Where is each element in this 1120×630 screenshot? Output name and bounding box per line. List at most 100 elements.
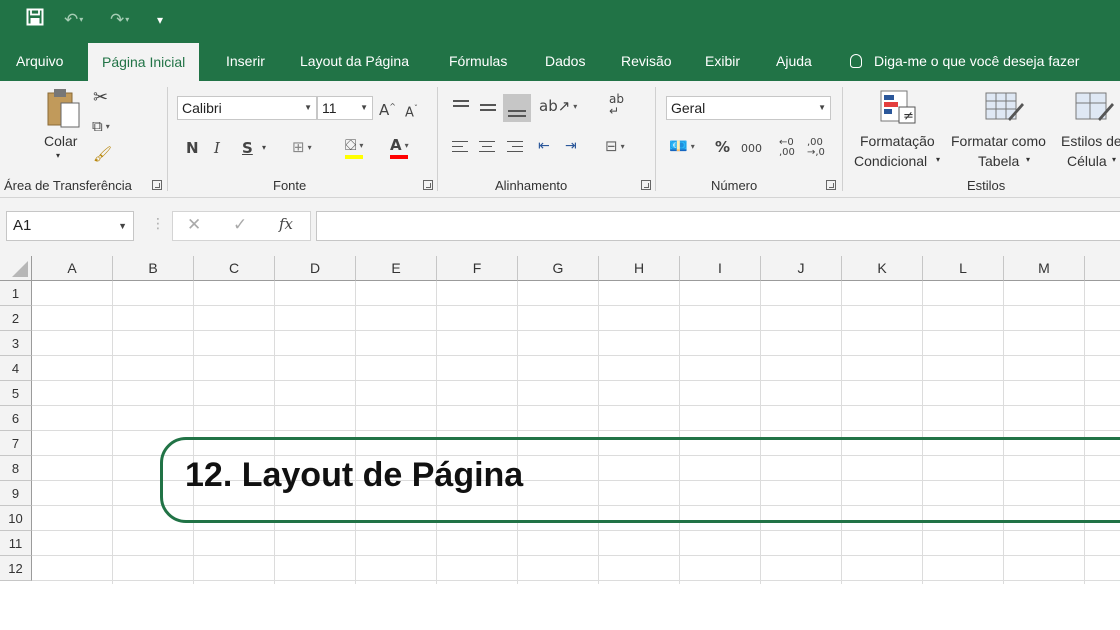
increase-decimal-icon[interactable]: ←0,00 xyxy=(779,138,795,158)
undo-icon[interactable]: ↶▾ xyxy=(64,8,83,32)
tab-exibir[interactable]: Exibir xyxy=(705,41,740,81)
percent-button[interactable]: % xyxy=(715,138,730,156)
column-header[interactable]: G xyxy=(518,256,599,281)
insert-function-icon[interactable]: fx xyxy=(279,215,293,233)
row-header[interactable]: 8 xyxy=(0,456,32,481)
font-size-value: 11 xyxy=(322,100,337,116)
column-header[interactable]: M xyxy=(1004,256,1085,281)
formula-input[interactable] xyxy=(316,211,1120,241)
paste-label: Colar xyxy=(44,133,78,149)
row-header[interactable]: 10 xyxy=(0,506,32,531)
chevron-down-icon: ▼ xyxy=(304,103,312,112)
font-launcher-icon[interactable] xyxy=(423,180,433,190)
align-top-button[interactable] xyxy=(451,96,473,118)
font-color-button[interactable]: A ▾ xyxy=(390,136,409,159)
row-gridline xyxy=(32,530,1120,531)
bold-button[interactable]: N xyxy=(186,139,199,157)
cell-styles-line1: Estilos de xyxy=(1061,133,1120,149)
thousands-button[interactable]: 000 xyxy=(741,140,762,158)
column-header[interactable]: K xyxy=(842,256,923,281)
tab-dados[interactable]: Dados xyxy=(545,41,585,81)
row-header[interactable]: 11 xyxy=(0,531,32,556)
tab-revisao[interactable]: Revisão xyxy=(621,41,672,81)
column-gridline xyxy=(517,281,518,584)
underline-button[interactable]: S xyxy=(242,139,253,157)
paste-dropdown-icon[interactable]: ▾ xyxy=(56,151,60,160)
merge-center-icon[interactable]: ⊟ ▾ xyxy=(605,137,625,156)
format-as-table-button[interactable]: Formatar como Tabela ▾ xyxy=(950,87,1058,177)
accounting-format-icon[interactable]: 💶 ▾ xyxy=(669,137,695,156)
column-header[interactable]: H xyxy=(599,256,680,281)
align-bottom-button[interactable] xyxy=(503,94,531,122)
tab-layout-da-pagina[interactable]: Layout da Página xyxy=(300,41,409,81)
grow-font-icon[interactable]: A^ xyxy=(379,98,396,119)
column-header[interactable]: D xyxy=(275,256,356,281)
row-header[interactable]: 6 xyxy=(0,406,32,431)
row-header[interactable]: 12 xyxy=(0,556,32,581)
cancel-icon[interactable]: ✕ xyxy=(187,215,201,235)
column-header[interactable]: E xyxy=(356,256,437,281)
enter-icon[interactable]: ✓ xyxy=(233,215,247,235)
redo-icon[interactable]: ↷▾ xyxy=(110,8,129,32)
column-header[interactable]: A xyxy=(32,256,113,281)
tell-me-search[interactable]: Diga-me o que você deseja fazer xyxy=(850,41,1079,81)
fill-color-button[interactable]: ⛋ ▾ xyxy=(345,136,363,159)
tab-formulas[interactable]: Fórmulas xyxy=(449,41,507,81)
save-icon[interactable] xyxy=(26,8,44,32)
align-center-button[interactable] xyxy=(479,139,499,157)
row-header[interactable]: 2 xyxy=(0,306,32,331)
column-header[interactable]: J xyxy=(761,256,842,281)
column-header[interactable]: C xyxy=(194,256,275,281)
column-gridline xyxy=(355,281,356,584)
number-format-select[interactable]: Geral ▼ xyxy=(666,96,831,120)
align-right-button[interactable] xyxy=(507,139,527,157)
name-box[interactable]: A1 ▼ xyxy=(6,211,134,241)
tab-pagina-inicial[interactable]: Página Inicial xyxy=(88,43,200,83)
borders-icon[interactable]: ⊞ ▾ xyxy=(292,138,312,157)
decrease-indent-icon[interactable]: ⇤ xyxy=(538,137,550,155)
row-header[interactable]: 1 xyxy=(0,281,32,306)
select-all-button[interactable] xyxy=(0,256,32,281)
splitter-handle[interactable]: ⋮ xyxy=(151,216,165,232)
decrease-decimal-icon[interactable]: ,00 →,0 xyxy=(807,138,825,158)
formula-buttons: ✕ ✓ fx xyxy=(172,211,311,241)
cell-styles-button[interactable]: Estilos de Célula ▾ xyxy=(1060,87,1120,177)
wrap-text-icon[interactable]: ab ↵ xyxy=(609,93,624,117)
align-middle-button[interactable] xyxy=(478,96,500,118)
shrink-font-icon[interactable]: Aˇ xyxy=(405,100,418,122)
column-header[interactable]: I xyxy=(680,256,761,281)
customize-icon[interactable]: ▾ xyxy=(157,8,163,32)
conditional-formatting-button[interactable]: ≠ Formatação Condicional ▾ xyxy=(852,87,944,177)
row-gridline xyxy=(32,405,1120,406)
font-name-select[interactable]: Calibri ▼ xyxy=(177,96,317,120)
chevron-down-icon: ▼ xyxy=(118,221,127,231)
tab-arquivo[interactable]: Arquivo xyxy=(16,41,63,81)
font-size-select[interactable]: 11 ▼ xyxy=(317,96,373,120)
column-header[interactable] xyxy=(1085,256,1120,281)
orientation-icon[interactable]: ab↗ ▾ xyxy=(539,97,577,116)
alignment-launcher-icon[interactable] xyxy=(641,180,651,190)
worksheet-grid[interactable]: ABCDEFGHIJKLM 1 2 3 4 5 6 7 8 9 10 11 12 xyxy=(0,256,1120,584)
paste-button[interactable]: Colar ▾ xyxy=(40,87,86,167)
underline-dropdown-icon[interactable]: ▾ xyxy=(262,139,266,157)
format-painter-icon[interactable]: 🖌 xyxy=(93,145,112,163)
increase-indent-icon[interactable]: ⇥ xyxy=(565,137,577,155)
copy-icon[interactable]: ⧉ ▾ xyxy=(92,117,110,136)
number-launcher-icon[interactable] xyxy=(826,180,836,190)
clipboard-launcher-icon[interactable] xyxy=(152,180,162,190)
italic-button[interactable]: I xyxy=(214,139,220,157)
column-header[interactable]: L xyxy=(923,256,1004,281)
column-header[interactable]: F xyxy=(437,256,518,281)
chevron-down-icon: ▼ xyxy=(818,103,826,112)
cut-icon[interactable]: ✂ xyxy=(93,89,108,107)
row-header[interactable]: 4 xyxy=(0,356,32,381)
row-header[interactable]: 9 xyxy=(0,481,32,506)
paint-bucket-icon: ⛋ xyxy=(345,136,357,154)
tab-inserir[interactable]: Inserir xyxy=(226,41,265,81)
row-header[interactable]: 7 xyxy=(0,431,32,456)
align-left-button[interactable] xyxy=(452,139,472,157)
row-header[interactable]: 3 xyxy=(0,331,32,356)
column-header[interactable]: B xyxy=(113,256,194,281)
tab-ajuda[interactable]: Ajuda xyxy=(776,41,812,81)
row-header[interactable]: 5 xyxy=(0,381,32,406)
